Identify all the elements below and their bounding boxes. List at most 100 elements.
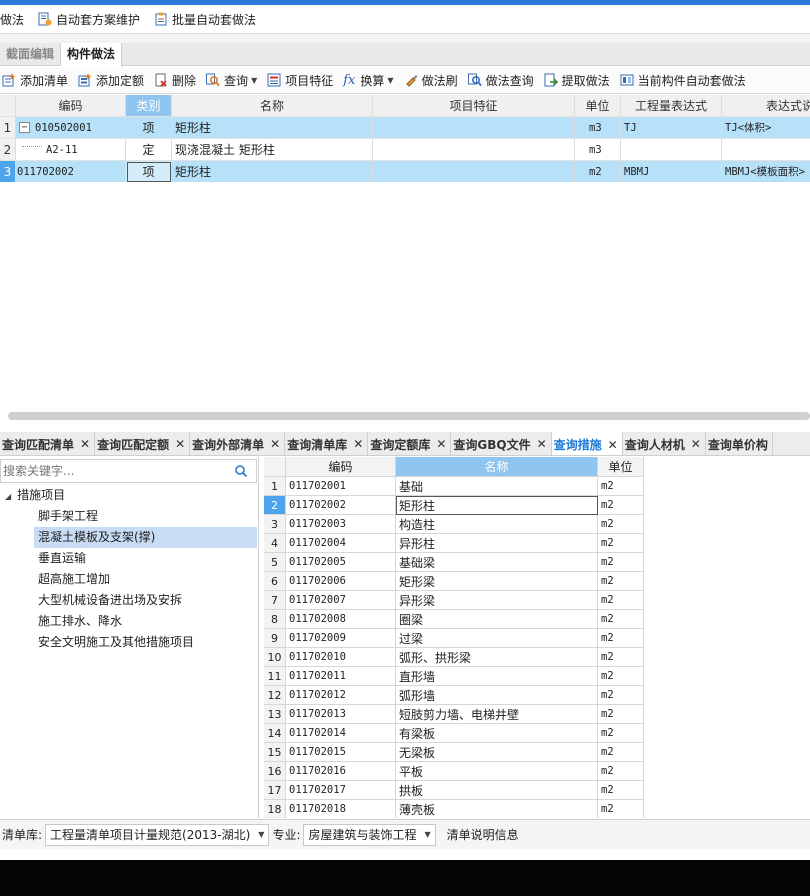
close-icon[interactable]: ✕ [691, 437, 701, 451]
cell-name[interactable]: 有梁板 [396, 724, 598, 743]
table-row[interactable]: 8 011702008 圈梁 m2 [264, 610, 644, 629]
cell-name[interactable]: 矩形梁 [396, 572, 598, 591]
row-number[interactable]: 2 [264, 496, 286, 515]
tab-query-quota-library[interactable]: 查询定额库 ✕ [368, 432, 452, 455]
table-row[interactable]: 2 011702002 矩形柱 m2 [264, 496, 644, 515]
row-number[interactable]: 13 [264, 705, 286, 724]
extract-method-button[interactable]: 提取做法 [540, 69, 614, 91]
cell-code[interactable]: 011702013 [286, 705, 396, 724]
tab-component-method[interactable]: 构件做法 [61, 43, 123, 67]
search-icon[interactable] [234, 464, 248, 478]
cell-unit[interactable]: m2 [598, 667, 644, 686]
close-icon[interactable]: ✕ [608, 438, 618, 452]
close-icon[interactable]: ✕ [80, 437, 90, 451]
tab-query-labor-material[interactable]: 查询人材机 ✕ [623, 432, 706, 455]
cell-unit[interactable]: m2 [598, 762, 644, 781]
tree-node-root[interactable]: ◢ 措施项目 [0, 485, 257, 506]
table-row[interactable]: 14 011702014 有梁板 m2 [264, 724, 644, 743]
cell-unit[interactable]: m2 [598, 705, 644, 724]
tree-node[interactable]: 大型机械设备进出场及安拆 [0, 590, 257, 611]
row-number[interactable]: 1 [0, 117, 16, 139]
cell-code[interactable]: 011702007 [286, 591, 396, 610]
item-feature-button[interactable]: 项目特征 [263, 69, 337, 91]
batch-auto-apply-button[interactable]: 批量自动套做法 [150, 8, 260, 30]
row-number[interactable]: 1 [264, 477, 286, 496]
expand-triangle-icon[interactable]: ◢ [5, 486, 11, 507]
cell-unit[interactable]: m2 [598, 610, 644, 629]
cell-feature[interactable] [373, 117, 575, 139]
row-number[interactable]: 6 [264, 572, 286, 591]
cell-unit[interactable]: m2 [598, 553, 644, 572]
cell-expr[interactable] [621, 139, 722, 161]
row-number[interactable]: 18 [264, 800, 286, 818]
table-row[interactable]: 13 011702013 短肢剪力墙、电梯井壁 m2 [264, 705, 644, 724]
tree-node[interactable]: 垂直运输 [0, 548, 257, 569]
library-select[interactable]: 工程量清单项目计量规范(2013-湖北) ▼ [45, 823, 270, 846]
table-row[interactable]: 2 A2-11 定 现浇混凝土 矩形柱 m3 [0, 139, 810, 161]
cell-feature[interactable] [373, 139, 575, 161]
delete-button[interactable]: 删除 [150, 69, 200, 91]
cell-name[interactable]: 矩形柱 [172, 161, 373, 182]
cell-name[interactable]: 现浇混凝土 矩形柱 [172, 139, 373, 161]
row-number[interactable]: 11 [264, 667, 286, 686]
cell-expr-desc[interactable]: TJ<体积> [722, 117, 810, 139]
cell-code[interactable]: 011702018 [286, 800, 396, 818]
row-number[interactable]: 5 [264, 553, 286, 572]
tree-node[interactable]: 脚手架工程 [0, 506, 257, 527]
cell-unit[interactable]: m2 [598, 572, 644, 591]
table-row[interactable]: 15 011702015 无梁板 m2 [264, 743, 644, 762]
table-row[interactable]: 12 011702012 弧形墙 m2 [264, 686, 644, 705]
cell-unit[interactable]: m2 [598, 686, 644, 705]
cell-unit[interactable]: m3 [575, 117, 621, 139]
cell-name[interactable]: 异形梁 [396, 591, 598, 610]
col-header-unit[interactable]: 单位 [575, 95, 621, 117]
col-header-name[interactable]: 名称 [172, 95, 373, 117]
convert-button[interactable]: fx 换算 ▼ [339, 69, 397, 91]
cell-code[interactable]: 011702011 [286, 667, 396, 686]
cell-code[interactable]: 011702017 [286, 781, 396, 800]
cell-name[interactable]: 平板 [396, 762, 598, 781]
cell-type[interactable]: 定 [126, 139, 172, 161]
query-button[interactable]: 查询 ▼ [202, 69, 261, 91]
auto-apply-current-button[interactable]: 当前构件自动套做法 [616, 69, 750, 91]
search-input[interactable] [1, 460, 226, 482]
cell-unit[interactable]: m2 [598, 648, 644, 667]
cell-code[interactable]: 011702014 [286, 724, 396, 743]
cell-code[interactable]: 011702012 [286, 686, 396, 705]
cell-code[interactable]: 011702016 [286, 762, 396, 781]
tree-node[interactable]: 施工排水、降水 [0, 611, 257, 632]
cell-unit[interactable]: m2 [598, 781, 644, 800]
cell-code[interactable]: 011702009 [286, 629, 396, 648]
cell-code[interactable]: 011702015 [286, 743, 396, 762]
tab-query-match-quota[interactable]: 查询匹配定额 ✕ [95, 432, 191, 455]
cell-expr[interactable]: TJ [621, 117, 722, 139]
cell-name[interactable]: 薄壳板 [396, 800, 598, 818]
close-icon[interactable]: ✕ [537, 437, 547, 451]
table-row[interactable]: 3 011702003 构造柱 m2 [264, 515, 644, 534]
chevron-down-icon[interactable]: ▼ [251, 76, 257, 85]
row-number[interactable]: 16 [264, 762, 286, 781]
cell-expr-desc[interactable]: MBMJ<模板面积> [722, 161, 810, 182]
method-brush-button[interactable]: 做法刷 [400, 69, 462, 91]
row-number[interactable]: 3 [264, 515, 286, 534]
tree-node[interactable]: 安全文明施工及其他措施项目 [0, 632, 257, 653]
tab-section-edit[interactable]: 截面编辑 [0, 43, 62, 66]
col-header-code[interactable]: 编码 [286, 457, 396, 477]
tab-query-measures[interactable]: 查询措施 ✕ [551, 432, 623, 455]
cell-unit[interactable]: m2 [598, 477, 644, 496]
row-number[interactable]: 10 [264, 648, 286, 667]
cell-type[interactable]: 项 [126, 161, 172, 182]
list-info-link[interactable]: 清单说明信息 [447, 826, 519, 843]
row-number[interactable]: 4 [264, 534, 286, 553]
table-row[interactable]: 5 011702005 基础梁 m2 [264, 553, 644, 572]
cell-code[interactable]: 011702002 [16, 161, 126, 182]
close-icon[interactable]: ✕ [436, 437, 446, 451]
cell-code[interactable]: 011702003 [286, 515, 396, 534]
method-menu[interactable]: 做法 [0, 8, 28, 30]
cell-code[interactable]: 011702005 [286, 553, 396, 572]
cell-name[interactable]: 圈梁 [396, 610, 598, 629]
table-row[interactable]: 9 011702009 过梁 m2 [264, 629, 644, 648]
cell-unit[interactable]: m2 [598, 534, 644, 553]
table-row[interactable]: 16 011702016 平板 m2 [264, 762, 644, 781]
cell-name[interactable]: 短肢剪力墙、电梯井壁 [396, 705, 598, 724]
